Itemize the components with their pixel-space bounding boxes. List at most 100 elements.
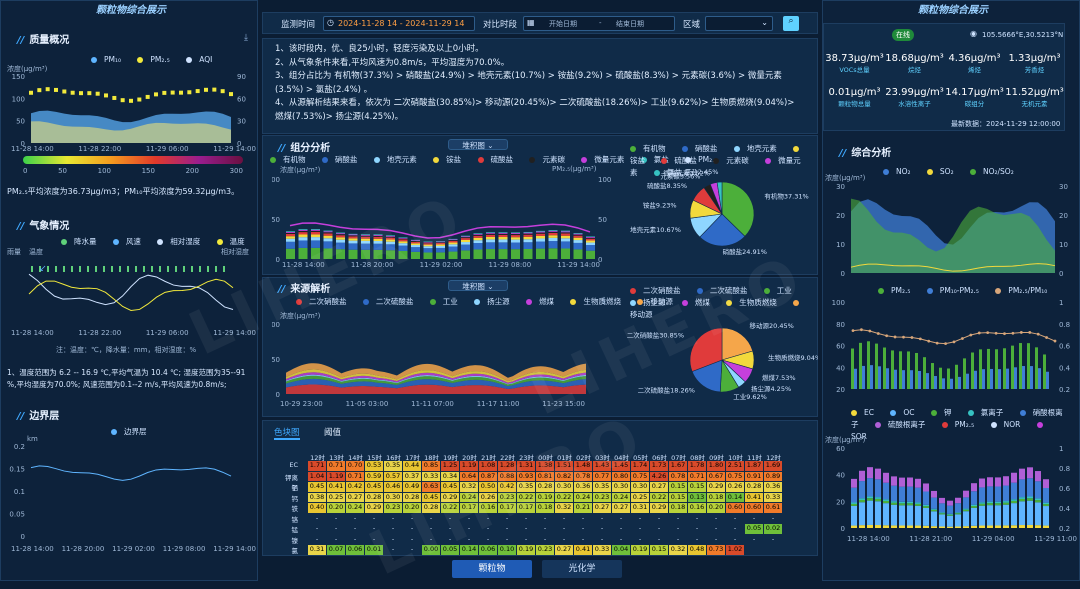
ion-bar-segment xyxy=(875,501,881,525)
metric-label: 无机元素 xyxy=(1005,98,1064,108)
heatmap-cell: 0.31 xyxy=(308,545,326,555)
y-tick-label: 0 xyxy=(276,391,280,399)
composition-bar-segment xyxy=(586,237,595,238)
ratio-point xyxy=(911,336,914,339)
heatmap-cell: - xyxy=(308,535,326,545)
region-select[interactable]: ⌄ xyxy=(705,16,773,31)
y-tick-label: 0.8 xyxy=(1059,321,1070,329)
heatmap-cell: - xyxy=(327,535,345,545)
heatmap-cell: - xyxy=(745,535,763,545)
search-button[interactable]: ⌕ xyxy=(783,16,799,31)
aqi-point xyxy=(87,91,91,95)
ion-bar-segment xyxy=(995,503,1001,505)
ion-bar-segment xyxy=(939,526,945,528)
composition-bar-segment xyxy=(299,231,308,232)
source-chart-type-select[interactable]: 堆积图 ⌄ xyxy=(448,280,508,291)
download-icon[interactable]: ⤓ xyxy=(244,33,248,43)
pie-label: 生物质燃烧9.04% xyxy=(768,353,818,362)
pm-coarse-bar xyxy=(1030,366,1033,389)
monitor-range-input[interactable]: ◷ 2024-11-28 14 - 2024-11-29 14 xyxy=(323,16,475,31)
y-tick-label: 100 xyxy=(598,176,611,184)
heatmap-cell: 0.31 xyxy=(631,503,649,513)
location-icon: ◉ xyxy=(970,29,977,38)
tab-particulate[interactable]: 颗粒物 xyxy=(452,560,532,578)
pm-coarse-bar xyxy=(918,371,921,389)
ion-bar-segment xyxy=(907,505,913,525)
compare-range-input[interactable]: ▦ 开始日期 - 结束日期 xyxy=(523,16,675,31)
ion-bar-segment xyxy=(915,504,921,506)
tab-color-block[interactable]: 色块图 xyxy=(274,426,300,440)
ratio-point xyxy=(978,332,981,335)
weather-desc-2: %,平均湿度为70.0%; 风速范围为0.1--2 m/s,平均风速为0.8m/… xyxy=(7,379,227,390)
heatmap-cell: 4.26 xyxy=(650,472,668,482)
pm25-bar xyxy=(955,365,958,389)
ion-bar-segment xyxy=(923,526,929,528)
heatmap-cell: - xyxy=(764,535,782,545)
ion-bar-segment xyxy=(907,487,913,502)
composition-bar-segment xyxy=(574,238,583,240)
pm25-bar xyxy=(867,341,870,389)
ratio-point xyxy=(961,337,964,340)
ratio-point xyxy=(1045,336,1048,339)
ion-bar-segment xyxy=(883,503,889,525)
aqi-point xyxy=(146,95,150,99)
heatmap-cell: - xyxy=(574,524,592,534)
y-tick-label: 0 xyxy=(21,533,25,541)
tab-threshold[interactable]: 阈值 xyxy=(324,426,341,438)
tab-photochemical[interactable]: 光化学 xyxy=(542,560,622,578)
composition-bar-segment xyxy=(511,233,520,234)
metric-value: 1.33μg/m³ xyxy=(1005,53,1064,64)
integrated-legend-1: NO₂ SO₂ NO₂/SO₂ xyxy=(883,167,1028,176)
composition-bar-segment xyxy=(524,235,533,237)
ion-bar-segment xyxy=(995,487,1001,502)
aqi-point xyxy=(229,92,233,96)
composition-bar-segment xyxy=(524,232,533,233)
controls-bar: 监测时间 ◷ 2024-11-28 14 - 2024-11-29 14 对比时… xyxy=(262,12,818,34)
metric-value: 23.99μg/m³ xyxy=(885,87,944,98)
ion-bar-segment xyxy=(931,526,937,528)
boundary-chart: 0.20.150.10.050 xyxy=(1,441,259,541)
heatmap-cell: 0.75 xyxy=(726,472,744,482)
heatmap-cell: - xyxy=(707,535,725,545)
heatmap-cell: 0.14 xyxy=(726,493,744,503)
y-tick-label: 20 xyxy=(1059,212,1068,220)
heatmap-cell: - xyxy=(631,514,649,524)
pm-coarse-bar xyxy=(854,369,857,389)
metric-value: 14.17μg/m³ xyxy=(945,87,1004,98)
ion-bar-segment xyxy=(995,502,1001,504)
heatmap-cell: 0.27 xyxy=(612,503,630,513)
ratio-point xyxy=(1037,333,1040,336)
heatmap-cell: 0.91 xyxy=(745,472,763,482)
heatmap-cell: 0.19 xyxy=(517,545,535,555)
composition-bar-segment xyxy=(486,232,495,233)
ion-bar-segment xyxy=(1003,525,1009,528)
heatmap-cell: 0.30 xyxy=(631,482,649,492)
ion-bar-segment xyxy=(859,471,865,481)
composition-bar-segment xyxy=(311,230,320,231)
heatmap-cell: 0.10 xyxy=(498,545,516,555)
pm25-bar xyxy=(859,343,862,389)
ratio-point xyxy=(995,332,998,335)
ion-bar-segment xyxy=(867,478,873,496)
ion-bar-segment xyxy=(979,502,985,503)
metric-card: 38.73μg/m³VOCs总量 xyxy=(825,53,884,80)
composition-bar-segment xyxy=(524,237,533,239)
aqi-point xyxy=(129,99,133,103)
wind-tick xyxy=(119,266,121,272)
ion-bar-segment xyxy=(907,503,913,505)
heatmap-cell: 0.27 xyxy=(346,493,364,503)
ion-bar-segment xyxy=(939,503,945,512)
heatmap-cell: 0.25 xyxy=(631,493,649,503)
ion-bar-segment xyxy=(867,498,873,500)
ion-bar-segment xyxy=(1019,499,1025,501)
y-tick-label: 50 xyxy=(16,118,25,126)
composition-chart-type-select[interactable]: 堆积图 ⌄ xyxy=(448,139,508,150)
ion-bar-segment xyxy=(1035,498,1041,500)
y-tick-label: 150 xyxy=(12,73,25,81)
ion-bar-segment xyxy=(859,498,865,500)
composition-bar-segment xyxy=(299,234,308,237)
ratio-point xyxy=(877,332,880,335)
composition-bar-segment xyxy=(549,231,558,232)
y-tick-label: 100 xyxy=(12,95,25,103)
ion-bar-segment xyxy=(963,509,969,510)
